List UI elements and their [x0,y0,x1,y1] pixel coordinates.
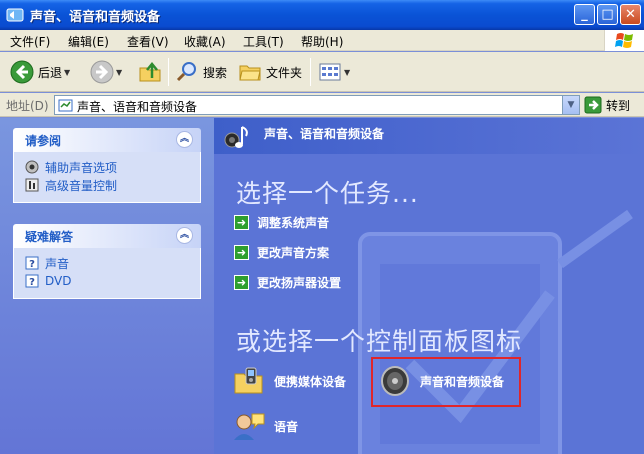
cp-icon-label: 便携媒体设备 [274,374,347,389]
task-label: 更改声音方案 [257,245,330,260]
task-label: 更改扬声器设置 [257,275,342,290]
address-dropdown-icon[interactable]: ▼ [562,96,579,114]
address-value: 声音、语音和音频设备 [77,100,198,114]
menu-bar: 文件(F) 编辑(E) 查看(V) 收藏(A) 工具(T) 帮助(H) [0,30,644,51]
control-panel-icon [58,99,73,112]
main-header-title: 声音、语音和音频设备 [264,127,385,141]
views-dropdown-icon[interactable]: ▼ [344,68,350,77]
help-icon: ? [25,274,39,288]
folders-label: 文件夹 [266,65,303,80]
see-also-item-advanced-volume[interactable]: 高级音量控制 [14,176,200,194]
troubleshoot-item-sound[interactable]: ? 声音 [14,254,200,272]
menu-help[interactable]: 帮助(H) [301,33,343,50]
window-icon [6,8,24,22]
up-folder-button[interactable] [138,57,162,87]
menu-tools[interactable]: 工具(T) [243,33,284,50]
cp-icon-speech[interactable]: 语音 [232,410,298,442]
troubleshoot-body: ? 声音 ? DVD [13,248,201,299]
see-also-body: 辅助声音选项 高级音量控制 [13,152,201,203]
or-pick-heading: 或选择一个控制面板图标 [236,327,523,356]
address-label: 地址(D) [6,99,49,113]
views-button[interactable]: ▼ [318,57,350,87]
windows-logo-icon [604,30,644,51]
toolbar-separator [168,58,169,86]
troubleshoot-header[interactable]: 疑难解答 ︽ [13,224,201,248]
see-also-item-accessibility-sounds[interactable]: 辅助声音选项 [14,158,200,176]
close-button[interactable]: ✕ [620,4,641,25]
see-also-label: 高级音量控制 [45,178,118,193]
search-icon [176,62,196,82]
menu-view[interactable]: 查看(V) [127,33,169,50]
task-adjust-system-volume[interactable]: ➜ 调整系统声音 [234,213,329,231]
folder-icon [239,65,261,81]
task-change-sound-scheme[interactable]: ➜ 更改声音方案 [234,243,329,261]
task-arrow-icon: ➜ [234,274,249,290]
cp-icon-portable-media[interactable]: 便携媒体设备 [232,366,346,396]
collapse-icon[interactable]: ︽ [176,227,193,244]
task-pane: 请参阅 ︽ 辅助声音选项 高级音量控制 疑难解答 ︽ ? 声音 ? DVD [0,118,214,454]
see-also-header[interactable]: 请参阅 ︽ [13,128,201,152]
troubleshoot-item-dvd[interactable]: ? DVD [14,272,200,290]
views-icon [319,63,341,81]
main-header: 声音、语音和音频设备 [214,118,644,154]
menu-edit[interactable]: 编辑(E) [68,33,109,50]
see-also-label: 辅助声音选项 [45,160,118,175]
help-icon: ? [25,256,39,270]
task-change-speaker-settings[interactable]: ➜ 更改扬声器设置 [234,273,341,291]
search-label: 搜索 [203,65,228,80]
forward-arrow-icon [90,60,114,84]
cp-icon-label: 语音 [274,419,299,434]
folders-button[interactable]: 文件夹 [238,57,302,87]
title-bar: 声音、语音和音频设备 _ □ ✕ [0,0,644,30]
troubleshoot-title: 疑难解答 [25,230,74,244]
svg-text:?: ? [29,259,35,270]
back-dropdown-icon[interactable]: ▼ [64,68,70,77]
highlight-box [371,357,521,407]
back-button[interactable]: 后退 ▼ [10,57,70,87]
window-title: 声音、语音和音频设备 [30,10,161,25]
speech-icon [234,413,265,440]
toolbar-separator [310,58,311,86]
task-label: 调整系统声音 [257,215,330,230]
go-arrow-icon [584,96,602,114]
go-button[interactable]: 转到 [584,95,630,115]
see-also-title: 请参阅 [25,134,62,148]
maximize-button[interactable]: □ [597,4,618,25]
sound-category-icon [224,126,248,148]
main-content: 声音、语音和音频设备 选择一个任务... ➜ 调整系统声音 ➜ 更改声音方案 ➜… [214,118,644,454]
menu-file[interactable]: 文件(F) [10,33,50,50]
forward-dropdown-icon[interactable]: ▼ [116,68,122,77]
pick-task-heading: 选择一个任务... [236,179,419,208]
back-arrow-icon [10,60,34,84]
portable-media-icon [234,367,263,394]
troubleshoot-panel: 疑难解答 ︽ ? 声音 ? DVD [13,224,201,299]
volume-control-icon [25,178,39,192]
toolbar: 后退 ▼ ▼ 搜索 文件夹 ▼ [0,52,644,92]
address-bar: 地址(D) 声音、语音和音频设备 ▼ 转到 [0,93,644,117]
forward-button[interactable]: ▼ [90,57,122,87]
back-label: 后退 [38,65,63,80]
task-arrow-icon: ➜ [234,244,249,260]
minimize-button[interactable]: _ [574,4,595,25]
task-arrow-icon: ➜ [234,214,249,230]
collapse-icon[interactable]: ︽ [176,131,193,148]
up-folder-icon [139,62,161,82]
speaker-accessibility-icon [25,160,39,174]
menu-favorites[interactable]: 收藏(A) [184,33,226,50]
search-button[interactable]: 搜索 [175,57,227,87]
address-field[interactable]: 声音、语音和音频设备 ▼ [54,95,580,115]
svg-text:?: ? [29,277,35,288]
go-label: 转到 [606,98,631,113]
troubleshoot-label: DVD [45,274,72,288]
see-also-panel: 请参阅 ︽ 辅助声音选项 高级音量控制 [13,128,201,203]
troubleshoot-label: 声音 [45,256,70,271]
